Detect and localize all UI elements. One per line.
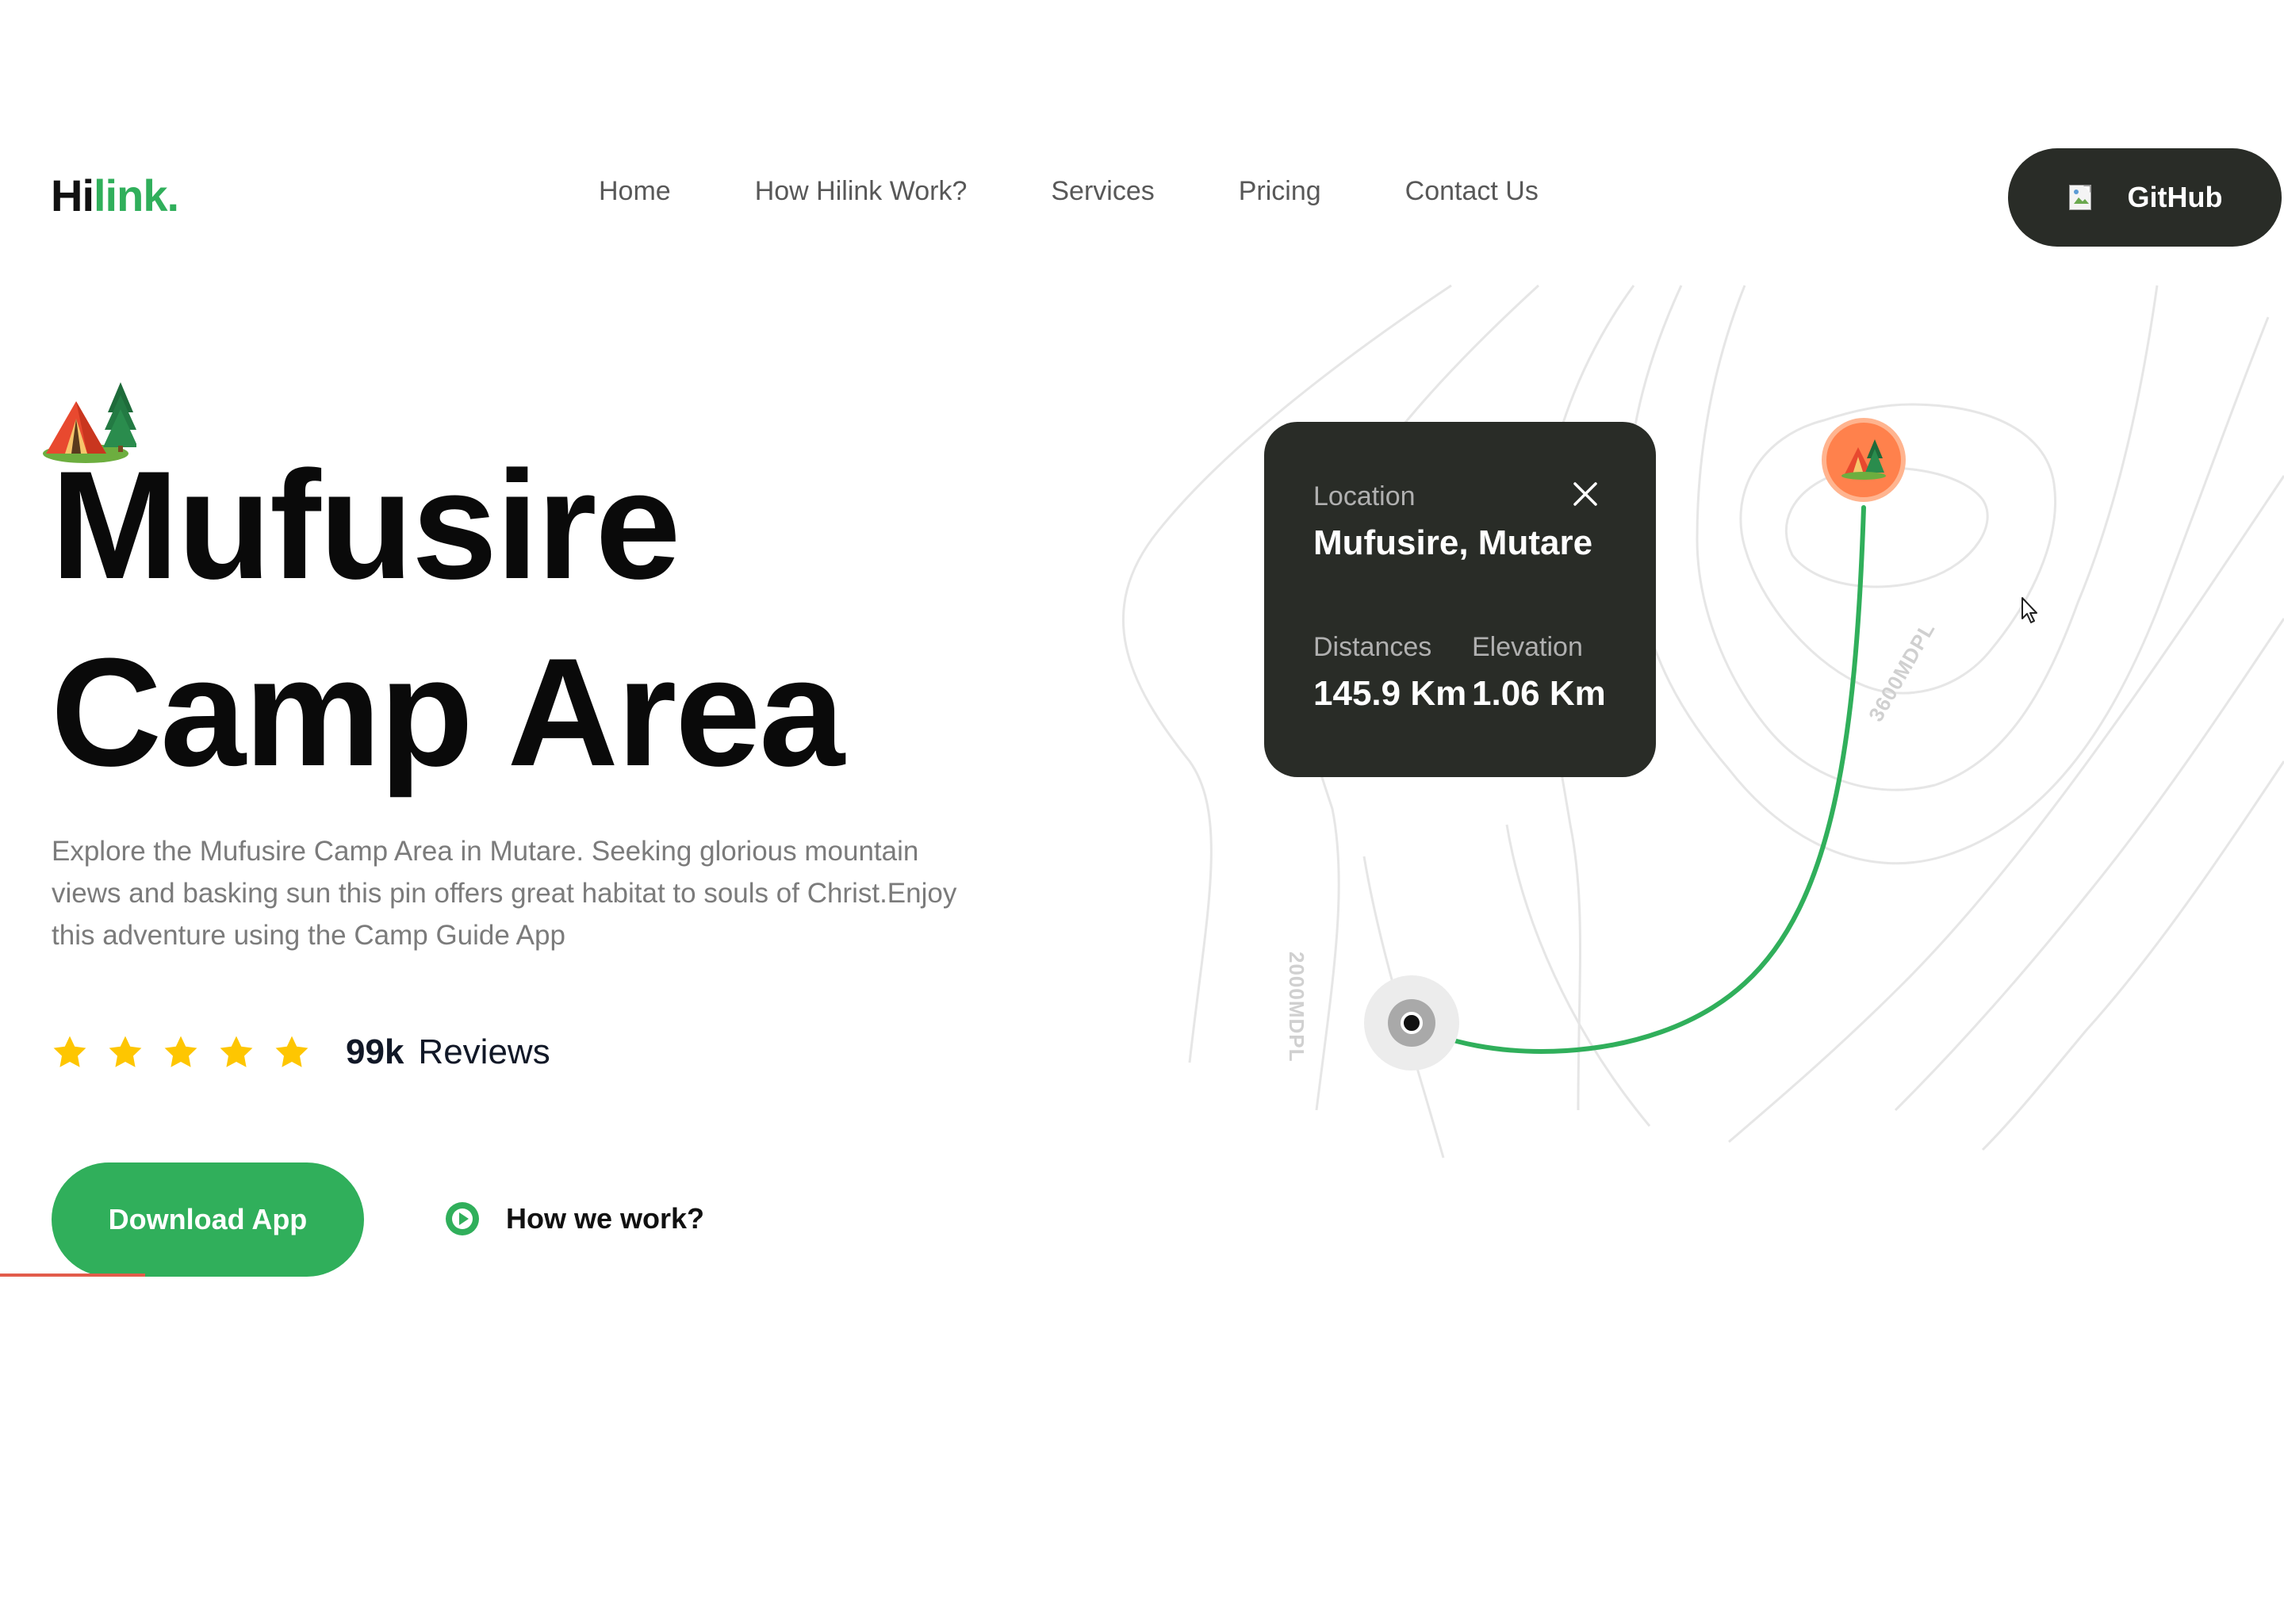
nav-pricing[interactable]: Pricing [1239,176,1321,207]
play-icon [446,1202,479,1235]
distance-label: Distances [1313,632,1432,662]
destination-pin-icon[interactable] [1822,418,1906,502]
elevation-value: 1.06 Km [1472,674,1606,713]
hero-title-line-1: Mufusire [51,439,680,611]
github-button-label: GitHub [2127,181,2223,213]
download-app-button[interactable]: Download App [52,1162,364,1277]
star-rating [51,1033,311,1071]
nav-services[interactable]: Services [1051,176,1154,207]
broken-image-icon [2068,185,2091,210]
close-icon[interactable] [1572,481,1599,508]
nav-how-hilink-work[interactable]: How Hilink Work? [755,176,968,207]
star-icon [109,1036,142,1067]
nav-contact-us[interactable]: Contact Us [1405,176,1539,207]
location-card: Location Mufusire, Mutare Distances Elev… [1264,422,1656,777]
distance-value: 145.9 Km [1313,674,1467,713]
star-icon [275,1036,308,1067]
logo[interactable]: Hilink. [51,170,179,221]
page: Hilink. Home How Hilink Work? Services P… [0,0,2284,1624]
review-label: Reviews [418,1032,550,1071]
logo-prefix: Hi [51,170,94,220]
topographic-map [1121,284,2284,1159]
main-nav: Home How Hilink Work? Services Pricing C… [599,176,1539,207]
how-we-work-label: How we work? [506,1202,705,1235]
mouse-cursor-icon [2021,597,2037,623]
review-count: 99k [346,1032,404,1071]
rating: 99k Reviews [51,1032,550,1072]
star-icon [164,1036,197,1067]
elevation-label: Elevation [1472,632,1583,662]
start-point-icon [1401,1012,1423,1034]
location-label: Location [1313,481,1416,511]
star-icon [220,1036,253,1067]
github-button[interactable]: GitHub [2008,148,2282,247]
location-name: Mufusire, Mutare [1313,523,1593,562]
hero-title: Mufusire Camp Area [51,432,845,806]
nav-home[interactable]: Home [599,176,671,207]
scroll-indicator [0,1274,145,1277]
hero-title-line-2: Camp Area [51,626,845,799]
hero-description: Explore the Mufusire Camp Area in Mutare… [52,836,957,951]
how-we-work-link[interactable]: How we work? [444,1201,704,1237]
star-icon [53,1036,86,1067]
contour-label-2000: 2000MDPL [1285,952,1309,1063]
logo-accent: link. [94,170,179,220]
